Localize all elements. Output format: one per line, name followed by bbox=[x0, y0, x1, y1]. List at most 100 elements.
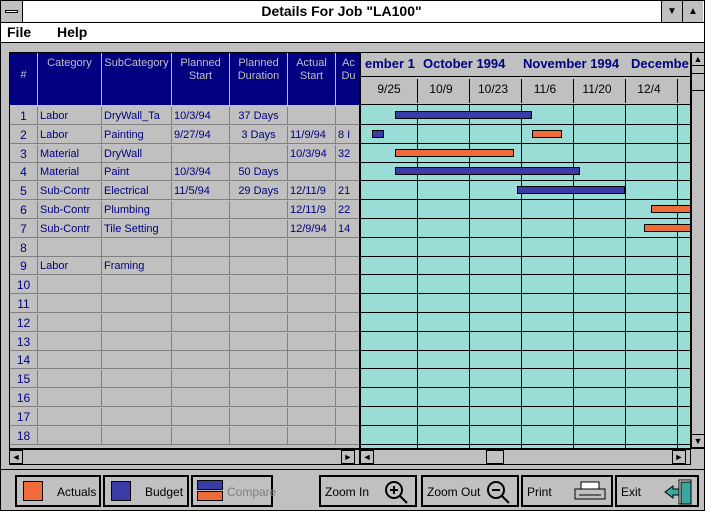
table-cell[interactable]: Sub-Contr bbox=[38, 219, 102, 238]
table-cell[interactable]: Labor bbox=[38, 257, 102, 276]
table-cell[interactable] bbox=[230, 276, 288, 295]
table-cell[interactable] bbox=[172, 370, 230, 389]
table-cell[interactable] bbox=[102, 351, 172, 370]
grid-scroll-left-button[interactable]: ◄ bbox=[9, 450, 23, 464]
table-cell[interactable] bbox=[230, 144, 288, 163]
table-cell[interactable] bbox=[172, 238, 230, 257]
table-cell[interactable] bbox=[102, 370, 172, 389]
column-header[interactable]: Actual Start bbox=[288, 53, 336, 105]
table-cell[interactable] bbox=[230, 295, 288, 313]
table-cell[interactable] bbox=[336, 426, 359, 445]
table-cell[interactable] bbox=[102, 426, 172, 445]
table-cell[interactable] bbox=[230, 389, 288, 407]
table-cell[interactable]: 50 Days bbox=[230, 163, 288, 182]
table-cell[interactable] bbox=[172, 201, 230, 219]
table-cell[interactable] bbox=[102, 295, 172, 313]
table-cell[interactable] bbox=[288, 257, 336, 276]
actuals-button[interactable]: Actuals bbox=[15, 475, 101, 507]
table-cell[interactable] bbox=[172, 332, 230, 351]
zoom-out-button[interactable]: Zoom Out bbox=[421, 475, 519, 507]
table-cell[interactable] bbox=[336, 407, 359, 426]
table-cell[interactable] bbox=[336, 332, 359, 351]
column-header[interactable]: Planned Start bbox=[172, 53, 230, 105]
table-cell[interactable]: Labor bbox=[38, 125, 102, 144]
table-cell[interactable] bbox=[288, 163, 336, 182]
budget-bar[interactable] bbox=[394, 167, 581, 176]
table-cell[interactable] bbox=[102, 332, 172, 351]
table-cell[interactable] bbox=[172, 313, 230, 332]
table-cell[interactable] bbox=[288, 389, 336, 407]
table-cell[interactable]: 32 bbox=[336, 144, 359, 163]
table-cell[interactable]: Sub-Contr bbox=[38, 182, 102, 201]
table-cell[interactable] bbox=[172, 219, 230, 238]
table-cell[interactable]: 10/3/94 bbox=[172, 107, 230, 125]
table-cell[interactable] bbox=[336, 257, 359, 276]
table-cell[interactable]: Tile Setting bbox=[102, 219, 172, 238]
table-cell[interactable] bbox=[288, 370, 336, 389]
table-cell[interactable]: 10/3/94 bbox=[172, 163, 230, 182]
table-cell[interactable]: 37 Days bbox=[230, 107, 288, 125]
column-header[interactable]: # bbox=[10, 53, 38, 105]
table-cell[interactable] bbox=[172, 351, 230, 370]
scroll-up-button[interactable]: ▲ bbox=[691, 52, 705, 66]
actual-bar[interactable] bbox=[532, 129, 562, 138]
budget-bar[interactable] bbox=[517, 186, 625, 195]
table-cell[interactable]: 12/11/9 bbox=[288, 182, 336, 201]
table-cell[interactable] bbox=[336, 163, 359, 182]
gantt-horizontal-scrollbar[interactable]: ◄ ► bbox=[360, 449, 691, 465]
table-cell[interactable]: Framing bbox=[102, 257, 172, 276]
table-cell[interactable] bbox=[38, 238, 102, 257]
table-cell[interactable]: 12/11/9 bbox=[288, 201, 336, 219]
table-cell[interactable] bbox=[336, 238, 359, 257]
grid-horizontal-scrollbar[interactable]: ◄ ► bbox=[9, 449, 360, 465]
actual-bar[interactable] bbox=[643, 223, 690, 232]
column-header[interactable]: Ac Du bbox=[336, 53, 359, 105]
table-cell[interactable]: 11/5/94 bbox=[172, 182, 230, 201]
table-cell[interactable] bbox=[38, 407, 102, 426]
table-cell[interactable] bbox=[230, 238, 288, 257]
table-cell[interactable] bbox=[102, 313, 172, 332]
budget-bar[interactable] bbox=[394, 111, 533, 119]
table-cell[interactable] bbox=[38, 389, 102, 407]
table-cell[interactable] bbox=[336, 107, 359, 125]
table-cell[interactable]: 21 bbox=[336, 182, 359, 201]
table-cell[interactable] bbox=[230, 201, 288, 219]
table-cell[interactable]: 14 bbox=[336, 219, 359, 238]
table-cell[interactable]: 8 I bbox=[336, 125, 359, 144]
table-cell[interactable]: 22 bbox=[336, 201, 359, 219]
menu-file[interactable]: File bbox=[7, 24, 31, 40]
scroll-down-button[interactable]: ▼ bbox=[691, 434, 705, 448]
table-cell[interactable] bbox=[288, 351, 336, 370]
table-cell[interactable] bbox=[336, 389, 359, 407]
column-header[interactable]: SubCategory bbox=[102, 53, 172, 105]
table-cell[interactable] bbox=[102, 407, 172, 426]
table-cell[interactable] bbox=[38, 332, 102, 351]
table-cell[interactable] bbox=[288, 332, 336, 351]
table-cell[interactable]: Electrical bbox=[102, 182, 172, 201]
column-header[interactable]: Category bbox=[38, 53, 102, 105]
table-cell[interactable] bbox=[38, 351, 102, 370]
table-cell[interactable]: Labor bbox=[38, 107, 102, 125]
menu-help[interactable]: Help bbox=[57, 24, 87, 40]
zoom-in-button[interactable]: Zoom In bbox=[319, 475, 417, 507]
table-cell[interactable]: 9/27/94 bbox=[172, 125, 230, 144]
actual-bar[interactable] bbox=[394, 148, 514, 157]
table-cell[interactable] bbox=[230, 370, 288, 389]
budget-bar[interactable] bbox=[372, 129, 384, 138]
table-cell[interactable] bbox=[230, 407, 288, 426]
system-menu-button[interactable] bbox=[1, 1, 23, 22]
minimize-button[interactable]: ▼ bbox=[661, 1, 682, 22]
compare-button[interactable]: Compare bbox=[191, 475, 276, 507]
table-cell[interactable] bbox=[288, 276, 336, 295]
table-cell[interactable] bbox=[102, 276, 172, 295]
scroll-thumb[interactable] bbox=[691, 73, 705, 91]
table-cell[interactable] bbox=[230, 332, 288, 351]
table-cell[interactable]: Plumbing bbox=[102, 201, 172, 219]
maximize-button[interactable]: ▲ bbox=[682, 1, 703, 22]
table-cell[interactable] bbox=[38, 313, 102, 332]
table-cell[interactable] bbox=[172, 426, 230, 445]
table-cell[interactable] bbox=[230, 351, 288, 370]
table-cell[interactable] bbox=[336, 370, 359, 389]
table-cell[interactable] bbox=[230, 313, 288, 332]
table-cell[interactable]: DryWall bbox=[102, 144, 172, 163]
